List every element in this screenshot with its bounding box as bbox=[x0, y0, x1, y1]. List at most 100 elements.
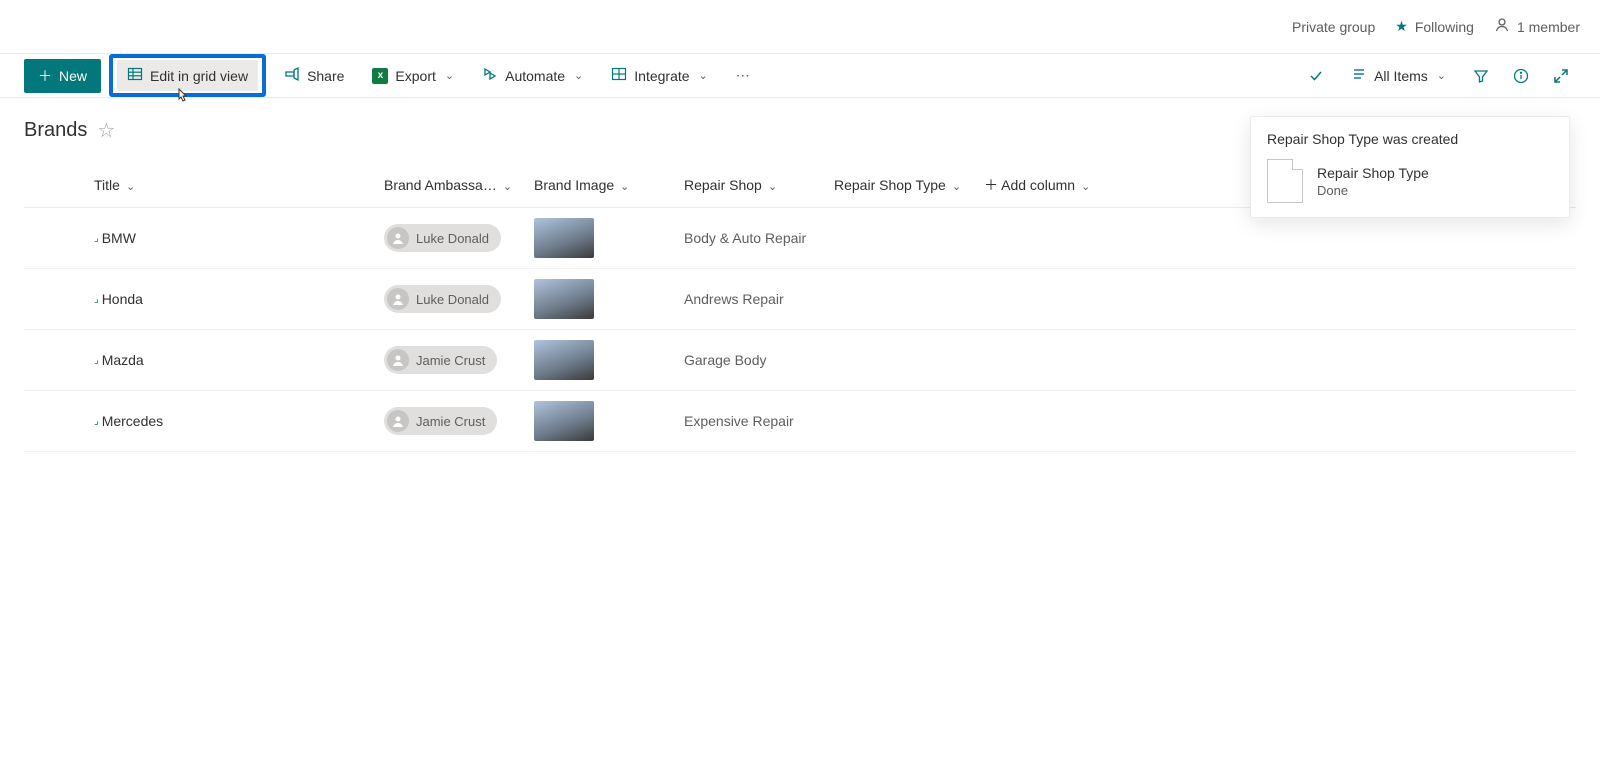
title-cell[interactable]: ⌟Mazda bbox=[94, 352, 364, 368]
chevron-down-icon: ⌄ bbox=[952, 181, 961, 193]
add-column-button[interactable]: ＋ Add column⌄ bbox=[974, 163, 1124, 208]
person-icon bbox=[1494, 17, 1510, 36]
favorite-star-icon[interactable]: ☆ bbox=[97, 118, 115, 143]
ambassador-name: Luke Donald bbox=[416, 231, 489, 246]
chevron-down-icon: ⌄ bbox=[768, 181, 777, 193]
item-marker-icon: ⌟ bbox=[94, 355, 99, 366]
col-ambassador[interactable]: Brand Ambassa… ⌄ bbox=[374, 163, 524, 208]
new-button[interactable]: ＋ New bbox=[24, 59, 101, 93]
col-repair-shop-type[interactable]: Repair Shop Type ⌄ bbox=[824, 163, 974, 208]
person-pill[interactable]: Jamie Crust bbox=[384, 346, 497, 374]
avatar-icon bbox=[387, 227, 409, 249]
row-title: Mercedes bbox=[102, 413, 163, 429]
col-brand-image[interactable]: Brand Image ⌄ bbox=[524, 163, 674, 208]
star-filled-icon: ★ bbox=[1395, 18, 1408, 35]
share-button[interactable]: Share bbox=[274, 60, 354, 91]
chevron-down-icon: ⌄ bbox=[574, 69, 583, 82]
edit-grid-label: Edit in grid view bbox=[150, 68, 248, 84]
person-pill[interactable]: Luke Donald bbox=[384, 285, 501, 313]
ambassador-name: Jamie Crust bbox=[416, 353, 485, 368]
toast-item-name: Repair Shop Type bbox=[1317, 165, 1429, 181]
top-bar: Private group ★ Following 1 member bbox=[0, 0, 1600, 54]
integrate-icon bbox=[611, 66, 627, 85]
brand-image-thumb[interactable] bbox=[534, 340, 594, 380]
new-label: New bbox=[59, 68, 87, 84]
item-marker-icon: ⌟ bbox=[94, 233, 99, 244]
integrate-label: Integrate bbox=[634, 68, 689, 84]
members-count: 1 member bbox=[1517, 19, 1580, 35]
grid-icon bbox=[127, 66, 143, 85]
add-column-label: Add column bbox=[1001, 177, 1075, 193]
ambassador-name: Jamie Crust bbox=[416, 414, 485, 429]
col-ambassador-label: Brand Ambassa… bbox=[384, 177, 497, 193]
notification-toast[interactable]: Repair Shop Type was created Repair Shop… bbox=[1250, 116, 1570, 218]
title-cell[interactable]: ⌟BMW bbox=[94, 230, 364, 246]
more-button[interactable]: ⋯ bbox=[726, 61, 760, 90]
file-icon bbox=[1267, 159, 1303, 203]
avatar-icon bbox=[387, 410, 409, 432]
integrate-button[interactable]: Integrate ⌄ bbox=[601, 60, 717, 91]
export-label: Export bbox=[395, 68, 435, 84]
chevron-down-icon: ⌄ bbox=[620, 181, 629, 193]
export-button[interactable]: x Export ⌄ bbox=[362, 62, 464, 90]
col-brand-image-label: Brand Image bbox=[534, 177, 614, 193]
chevron-down-icon: ⌄ bbox=[126, 181, 135, 193]
avatar-icon bbox=[387, 349, 409, 371]
chevron-down-icon: ⌄ bbox=[503, 181, 512, 193]
command-bar: ＋ New Edit in grid view Share x Export ⌄… bbox=[0, 54, 1600, 98]
table-row[interactable]: ⌟Honda Luke Donald Andrews Repair bbox=[24, 269, 1576, 330]
toast-status: Done bbox=[1317, 183, 1429, 198]
col-repair-shop[interactable]: Repair Shop⌄ bbox=[674, 163, 824, 208]
avatar-icon bbox=[387, 288, 409, 310]
table-row[interactable]: ⌟Mercedes Jamie Crust Expensive Repair bbox=[24, 391, 1576, 452]
brand-image-thumb[interactable] bbox=[534, 218, 594, 258]
item-marker-icon: ⌟ bbox=[94, 294, 99, 305]
automate-label: Automate bbox=[505, 68, 565, 84]
plus-icon: ＋ bbox=[38, 66, 52, 86]
expand-button[interactable] bbox=[1546, 61, 1576, 91]
chevron-down-icon: ⌄ bbox=[1081, 181, 1090, 193]
row-title: BMW bbox=[102, 230, 136, 246]
share-label: Share bbox=[307, 68, 344, 84]
toast-heading: Repair Shop Type was created bbox=[1267, 131, 1553, 147]
automate-icon bbox=[482, 66, 498, 85]
excel-icon: x bbox=[372, 68, 388, 84]
person-pill[interactable]: Luke Donald bbox=[384, 224, 501, 252]
page-body: Brands ☆ Title ⌄ Brand Ambassa… ⌄ Brand Im… bbox=[0, 98, 1600, 472]
filter-button[interactable] bbox=[1466, 61, 1496, 91]
brand-image-thumb[interactable] bbox=[534, 279, 594, 319]
following-label: Following bbox=[1415, 19, 1474, 35]
done-check-button[interactable] bbox=[1301, 61, 1331, 91]
col-title-label: Title bbox=[94, 177, 120, 193]
repair-shop-cell: Andrews Repair bbox=[674, 269, 824, 330]
ambassador-name: Luke Donald bbox=[416, 292, 489, 307]
view-selector[interactable]: All Items ⌄ bbox=[1341, 60, 1456, 91]
following-toggle[interactable]: ★ Following bbox=[1395, 18, 1474, 35]
row-title: Mazda bbox=[102, 352, 144, 368]
page-title-text: Brands bbox=[24, 119, 87, 142]
brand-image-thumb[interactable] bbox=[534, 401, 594, 441]
share-icon bbox=[284, 66, 300, 85]
edit-grid-button[interactable]: Edit in grid view bbox=[117, 60, 258, 91]
col-repair-shop-type-label: Repair Shop Type bbox=[834, 177, 946, 193]
row-title: Honda bbox=[102, 291, 143, 307]
col-title[interactable]: Title ⌄ bbox=[84, 163, 374, 208]
repair-shop-cell: Garage Body bbox=[674, 330, 824, 391]
repair-shop-cell: Body & Auto Repair bbox=[674, 208, 824, 269]
highlight-annotation: Edit in grid view bbox=[109, 54, 266, 97]
list-icon bbox=[1351, 66, 1367, 85]
item-marker-icon: ⌟ bbox=[94, 416, 99, 427]
chevron-down-icon: ⌄ bbox=[445, 69, 454, 82]
members-link[interactable]: 1 member bbox=[1494, 17, 1580, 36]
title-cell[interactable]: ⌟Honda bbox=[94, 291, 364, 307]
private-group-label: Private group bbox=[1292, 19, 1375, 35]
table-row[interactable]: ⌟Mazda Jamie Crust Garage Body bbox=[24, 330, 1576, 391]
chevron-down-icon: ⌄ bbox=[699, 69, 708, 82]
chevron-down-icon: ⌄ bbox=[1437, 69, 1446, 82]
view-name: All Items bbox=[1374, 68, 1428, 84]
automate-button[interactable]: Automate ⌄ bbox=[472, 60, 593, 91]
info-button[interactable] bbox=[1506, 61, 1536, 91]
person-pill[interactable]: Jamie Crust bbox=[384, 407, 497, 435]
repair-shop-cell: Expensive Repair bbox=[674, 391, 824, 452]
title-cell[interactable]: ⌟Mercedes bbox=[94, 413, 364, 429]
